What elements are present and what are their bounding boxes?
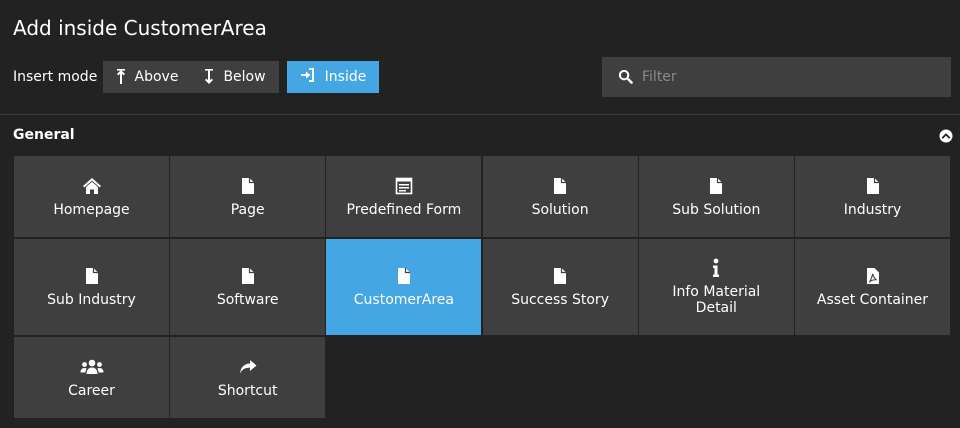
node-type-tile[interactable]: Asset Container xyxy=(795,239,950,335)
tile-label: Shortcut xyxy=(217,382,278,399)
node-type-tile[interactable]: Success Story xyxy=(482,239,638,335)
tile-label: Success Story xyxy=(511,292,609,308)
file-icon xyxy=(553,176,567,196)
file-icon xyxy=(709,176,723,196)
file-icon xyxy=(397,266,411,286)
file-icon xyxy=(241,176,255,196)
node-type-tile[interactable]: Sub Industry xyxy=(14,239,169,335)
tile-label: Asset Container xyxy=(816,292,929,308)
tile-label: Info Material Detail xyxy=(672,284,761,316)
tile-label: Page xyxy=(230,201,265,218)
node-type-tile[interactable]: Info Material Detail xyxy=(638,239,794,335)
tile-label: Sub Industry xyxy=(47,292,136,308)
chevron-up-icon[interactable] xyxy=(939,128,953,147)
node-type-tile[interactable]: Homepage xyxy=(14,156,169,237)
section-title: General xyxy=(13,127,75,143)
insert-below-button[interactable]: Below xyxy=(191,61,279,93)
node-type-grid: Homepage Page Predefined Form Solution Sub S… xyxy=(14,156,950,418)
insert-inside-label: Inside xyxy=(324,69,367,85)
tile-label: Software xyxy=(216,292,279,308)
tile-label: Homepage xyxy=(53,201,130,218)
node-type-tile[interactable]: CustomerArea xyxy=(326,239,482,335)
file-icon xyxy=(241,266,255,286)
node-type-tile[interactable]: Sub Solution xyxy=(638,156,794,237)
dialog-title: Add inside CustomerArea xyxy=(13,16,267,40)
tile-label: Sub Solution xyxy=(672,201,761,218)
node-type-tile[interactable]: Industry xyxy=(795,156,950,237)
add-node-dialog: Add inside CustomerArea Insert mode Abov… xyxy=(0,0,960,428)
node-type-tile[interactable]: Predefined Form xyxy=(326,156,482,237)
insert-mode-label: Insert mode xyxy=(13,69,98,85)
arrow-down-icon xyxy=(204,69,214,85)
node-type-tile[interactable]: Page xyxy=(170,156,326,237)
filter-box xyxy=(602,57,951,97)
node-type-tile[interactable]: Career xyxy=(14,337,169,418)
insert-inside-button[interactable]: Inside xyxy=(287,61,379,93)
tile-label: Career xyxy=(68,382,115,399)
node-type-tile[interactable]: Software xyxy=(170,239,326,335)
insert-above-button[interactable]: Above xyxy=(103,61,191,93)
file-pdf-icon xyxy=(866,266,880,286)
users-icon xyxy=(80,357,104,377)
form-icon xyxy=(395,176,413,196)
tile-label: Predefined Form xyxy=(346,201,462,218)
search-icon xyxy=(618,69,633,88)
share-icon xyxy=(239,357,257,377)
tile-label: Industry xyxy=(843,201,902,218)
home-icon xyxy=(82,176,102,196)
tile-label: CustomerArea xyxy=(353,292,454,308)
file-icon xyxy=(866,176,880,196)
info-icon xyxy=(712,258,720,278)
header-divider xyxy=(0,114,960,115)
file-icon xyxy=(553,266,567,286)
insert-below-label: Below xyxy=(223,69,266,85)
node-type-tile[interactable]: Solution xyxy=(482,156,638,237)
insert-above-label: Above xyxy=(134,69,179,85)
filter-input[interactable] xyxy=(642,57,942,97)
sign-in-icon xyxy=(300,67,316,87)
node-type-tile[interactable]: Shortcut xyxy=(170,337,326,418)
file-icon xyxy=(85,266,99,286)
arrow-up-icon xyxy=(116,69,126,85)
tile-label: Solution xyxy=(531,201,589,218)
insert-mode-group: Above Below xyxy=(103,61,279,93)
